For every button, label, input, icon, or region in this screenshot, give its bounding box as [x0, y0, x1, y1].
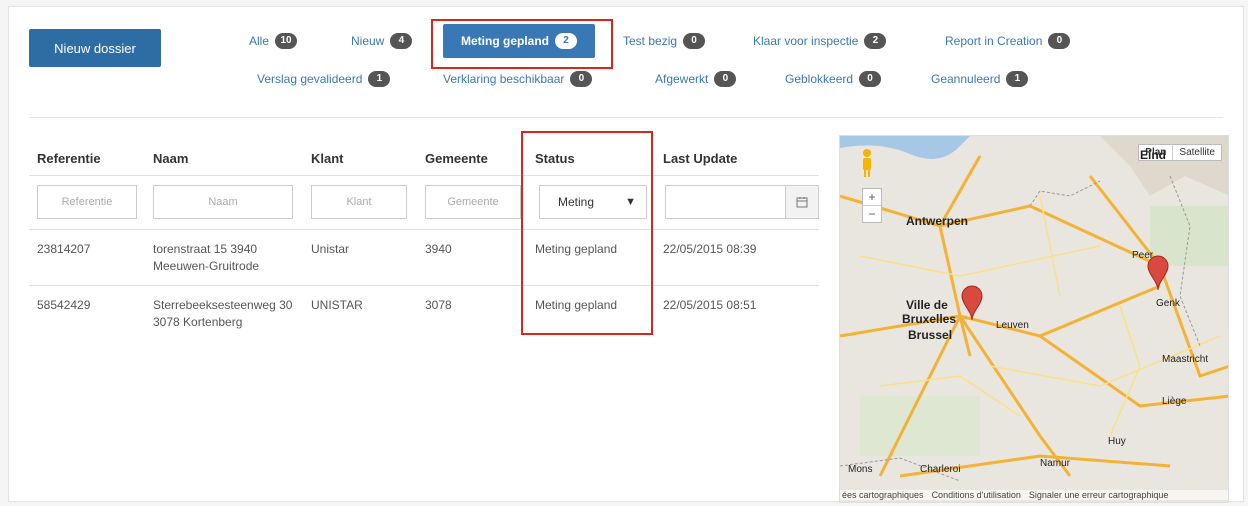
- filter-label: Geannuleerd: [931, 72, 1001, 86]
- cell-gemeente: 3078: [425, 298, 452, 312]
- cell-gemeente: 3940: [425, 242, 452, 256]
- map-label-ville-de: Ville de: [906, 298, 948, 312]
- cell-klant: UNISTAR: [311, 298, 363, 312]
- row-divider: [29, 229, 819, 230]
- cell-last-update: 22/05/2015 08:39: [663, 242, 757, 256]
- cell-naam: Sterrebeeksesteenweg 30 3078 Kortenberg: [153, 298, 293, 329]
- map-label-peer: Peer: [1132, 250, 1154, 261]
- filter-geannuleerd[interactable]: Geannuleerd 1: [931, 71, 1029, 87]
- status-filter-value: Meting: [558, 195, 595, 209]
- filter-label: Test bezig: [623, 34, 678, 48]
- street-view-pegman-icon[interactable]: [860, 148, 874, 178]
- map-label-namur: Namur: [1040, 458, 1071, 469]
- filter-count-badge: 0: [1048, 33, 1071, 49]
- cell-last-update: 22/05/2015 08:51: [663, 298, 757, 312]
- zoom-in-button[interactable]: +: [863, 189, 881, 205]
- filter-count-badge: 2: [555, 33, 577, 49]
- filter-label: Report in Creation: [945, 34, 1043, 48]
- column-header-last-update[interactable]: Last Update: [663, 151, 737, 166]
- filter-label: Geblokkeerd: [785, 72, 854, 86]
- filter-verklaring-beschikbaar[interactable]: Verklaring beschikbaar 0: [443, 71, 593, 87]
- date-filter-field[interactable]: [666, 186, 785, 218]
- status-filter-select[interactable]: Meting ▼: [539, 185, 647, 219]
- column-header-referentie[interactable]: Referentie: [37, 151, 101, 166]
- map-label-bruxelles: Bruxelles: [902, 312, 957, 326]
- filter-count-badge: 1: [368, 71, 391, 87]
- filter-label: Verklaring beschikbaar: [443, 72, 565, 86]
- map-terms-link[interactable]: Conditions d'utilisation: [932, 490, 1021, 500]
- cell-status: Meting gepland: [535, 298, 618, 312]
- map-type-satellite[interactable]: Satellite: [1173, 145, 1221, 160]
- map-label-maastricht: Maastricht: [1162, 354, 1209, 365]
- column-header-gemeente[interactable]: Gemeente: [425, 151, 488, 166]
- filter-count-badge: 0: [714, 71, 737, 87]
- filter-verslag-gevalideerd[interactable]: Verslag gevalideerd 1: [257, 71, 391, 87]
- map-label-liege: Liège: [1162, 396, 1187, 407]
- map-footer: ées cartographiques Conditions d'utilisa…: [840, 490, 1228, 500]
- filter-meting-gepland[interactable]: Meting gepland 2: [443, 24, 595, 58]
- filter-label: Alle: [249, 34, 270, 48]
- header-divider: [29, 117, 1223, 118]
- map-label-charleroi: Charleroi: [920, 464, 961, 475]
- map-label-antwerpen: Antwerpen: [906, 214, 969, 228]
- cell-naam: torenstraat 15 3940 Meeuwen-Gruitrode: [153, 242, 260, 273]
- row-divider: [29, 175, 819, 176]
- filter-count-badge: 1: [1006, 71, 1029, 87]
- filter-nieuw[interactable]: Nieuw 4: [351, 33, 413, 49]
- filter-count-badge: 0: [859, 71, 882, 87]
- map-attribution: ées cartographiques: [842, 490, 924, 500]
- filter-afgewerkt[interactable]: Afgewerkt 0: [655, 71, 737, 87]
- filter-label: Afgewerkt: [655, 72, 709, 86]
- filter-label: Meting gepland: [461, 34, 549, 48]
- map-label-brussel: Brussel: [908, 328, 953, 342]
- referentie-filter-input[interactable]: [37, 185, 137, 219]
- naam-filter-input[interactable]: [153, 185, 293, 219]
- map-label-mons: Mons: [848, 464, 873, 475]
- filter-label: Nieuw: [351, 34, 385, 48]
- filter-count-badge: 2: [864, 33, 887, 49]
- filter-label: Verslag gevalideerd: [257, 72, 363, 86]
- map-view[interactable]: + − Plan Satellite Antwerpen Eind Peer V…: [839, 135, 1229, 503]
- filter-count-badge: 4: [390, 33, 413, 49]
- gemeente-filter-input[interactable]: [425, 185, 521, 219]
- cell-referentie: 58542429: [37, 298, 91, 312]
- column-header-naam[interactable]: Naam: [153, 151, 188, 166]
- map-label-genk: Genk: [1156, 298, 1180, 309]
- cell-referentie: 23814207: [37, 242, 91, 256]
- filter-report-in-creation[interactable]: Report in Creation 0: [945, 33, 1071, 49]
- filter-count-badge: 0: [683, 33, 706, 49]
- filter-test-bezig[interactable]: Test bezig 0: [623, 33, 706, 49]
- calendar-icon[interactable]: [785, 186, 818, 218]
- page-frame: Nieuw dossier Alle 10 Nieuw 4 Meting gep…: [8, 6, 1244, 503]
- status-filter-bar: Alle 10 Nieuw 4 Meting gepland 2 Test be…: [9, 7, 1243, 117]
- map-label-eind: Eind: [1140, 148, 1166, 162]
- dropdown-arrow-icon: ▼: [625, 196, 636, 208]
- column-header-status[interactable]: Status: [535, 151, 575, 166]
- filter-count-badge: 10: [275, 33, 298, 49]
- map-zoom-control[interactable]: + −: [862, 188, 882, 223]
- zoom-out-button[interactable]: −: [863, 205, 881, 222]
- row-divider: [29, 285, 819, 286]
- last-update-filter[interactable]: [665, 185, 819, 219]
- map-label-leuven: Leuven: [996, 320, 1029, 331]
- column-header-klant[interactable]: Klant: [311, 151, 344, 166]
- filter-klaar-voor-inspectie[interactable]: Klaar voor inspectie 2: [753, 33, 887, 49]
- filter-geblokkeerd[interactable]: Geblokkeerd 0: [785, 71, 882, 87]
- filter-alle[interactable]: Alle 10: [249, 33, 298, 49]
- map-label-huy: Huy: [1108, 436, 1126, 447]
- klant-filter-input[interactable]: [311, 185, 407, 219]
- cell-klant: Unistar: [311, 242, 350, 256]
- filter-count-badge: 0: [570, 71, 593, 87]
- filter-label: Klaar voor inspectie: [753, 34, 859, 48]
- cell-status: Meting gepland: [535, 242, 618, 256]
- map-report-error-link[interactable]: Signaler une erreur cartographique: [1029, 490, 1169, 500]
- map-canvas: [840, 136, 1228, 482]
